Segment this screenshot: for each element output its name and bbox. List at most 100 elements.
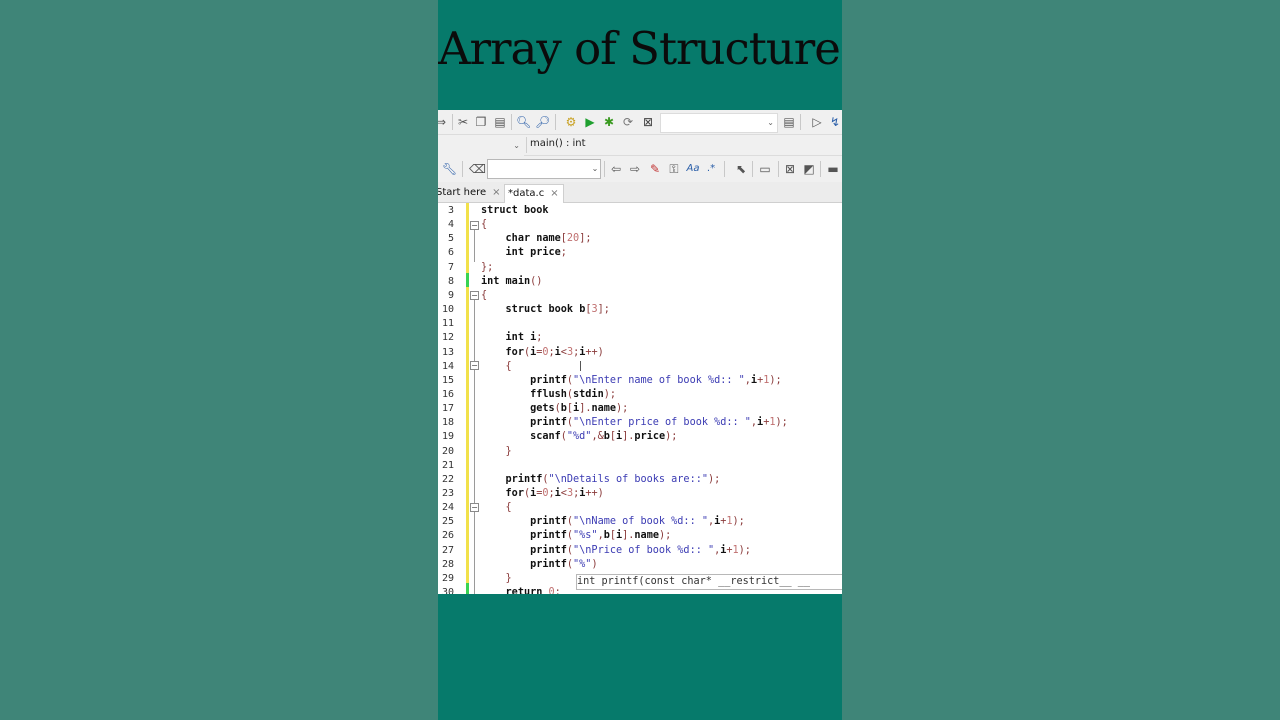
build-target-combo[interactable]: ⌄ xyxy=(660,113,778,133)
block-icon[interactable]: ▬ xyxy=(826,162,840,176)
selected-text-icon[interactable]: ⚿ xyxy=(667,162,681,176)
search-toolbar: 🔧︎ ⌫ ⌄ ⇦ ⇨ ✎ ⚿ Aa .* ⬉ ▭ ⊠ ◩ ▬ xyxy=(438,156,842,183)
toolbar-separator xyxy=(452,114,453,130)
code-line[interactable]: 23 for(i=0;i<3;i++) xyxy=(438,487,842,501)
code-editor[interactable]: − − − − 3 struct book 4{5 char name[20]; 6 … xyxy=(438,203,842,594)
tab-label: *data.c xyxy=(508,188,545,199)
debug-step-icon[interactable]: ↯ xyxy=(828,115,842,129)
tab-start-here[interactable]: Start here × xyxy=(438,184,505,202)
sheet-icon[interactable]: ⊠ xyxy=(783,162,797,176)
code-line[interactable]: 19 scanf("%d",&b[i].price); xyxy=(438,430,842,444)
code-text: { xyxy=(481,219,488,231)
line-number: 7 xyxy=(447,261,454,273)
function-scope[interactable]: main() : int xyxy=(530,138,586,149)
wrench-icon[interactable]: 🔧︎ xyxy=(442,162,457,176)
toolbar-separator xyxy=(604,161,605,177)
prev-icon[interactable]: ⇦ xyxy=(609,162,623,176)
toolbar-separator xyxy=(511,114,512,130)
code-line[interactable]: 6 int price; xyxy=(438,246,842,260)
code-line[interactable]: 18 printf("\nEnter price of book %d:: ",… xyxy=(438,416,842,430)
line-number: 14 xyxy=(441,360,454,372)
line-number: 3 xyxy=(447,205,454,216)
code-line[interactable]: 26 printf("%s",b[i].name); xyxy=(438,529,842,543)
copy-icon[interactable]: ❐ xyxy=(474,115,488,129)
close-icon[interactable]: × xyxy=(550,188,558,199)
toolbar-separator xyxy=(462,161,463,177)
code-text: struct book xyxy=(481,205,549,216)
pointer-icon[interactable]: ⬉ xyxy=(734,162,748,176)
line-number: 5 xyxy=(447,233,454,245)
line-number: 30 xyxy=(441,587,454,594)
code-line[interactable]: 20 } xyxy=(438,445,842,459)
regex-icon[interactable]: .* xyxy=(704,162,718,176)
code-line[interactable]: 25 printf("\nName of book %d:: ",i+1); xyxy=(438,515,842,529)
line-number: 24 xyxy=(441,502,454,514)
scope-combo[interactable]: ⌄ xyxy=(438,136,524,156)
code-text: int price; xyxy=(505,247,567,259)
code-text: printf("\nName of book %d:: ",i+1); xyxy=(530,516,745,528)
rectangle-icon[interactable]: ▭ xyxy=(758,162,772,176)
code-line[interactable]: 9{ xyxy=(438,289,842,303)
code-line[interactable]: 7}; xyxy=(438,261,842,275)
code-line[interactable]: 16 fflush(stdin); xyxy=(438,388,842,402)
line-number: 13 xyxy=(441,346,454,358)
line-number: 23 xyxy=(441,488,454,499)
arrow-icon[interactable]: ⇒ xyxy=(438,115,448,129)
code-text: int main() xyxy=(481,275,543,287)
code-line[interactable]: 28 printf("%") xyxy=(438,558,842,572)
code-line[interactable]: 8 int main() xyxy=(438,275,842,289)
code-line[interactable]: 27 printf("\nPrice of book %d:: ",i+1); xyxy=(438,544,842,558)
line-number: 28 xyxy=(441,558,454,570)
code-line[interactable]: 4{ xyxy=(438,218,842,232)
left-background xyxy=(0,0,438,720)
code-line[interactable]: 10 struct book b[3]; xyxy=(438,303,842,317)
code-line[interactable]: 3 struct book xyxy=(438,204,842,218)
cut-icon[interactable]: ✂ xyxy=(456,115,470,129)
find-icon[interactable]: 🔍︎ xyxy=(516,115,531,129)
build-icon[interactable]: ⚙ xyxy=(564,115,578,129)
find-tag-icon[interactable]: ⌫ xyxy=(469,162,486,176)
debug-run-icon[interactable]: ▷ xyxy=(810,115,824,129)
code-line[interactable]: 13 for(i=0;i<3;i++) xyxy=(438,346,842,360)
editor-tabs: Start here × *data.c × xyxy=(438,182,842,203)
match-case-icon[interactable]: Aa xyxy=(686,162,700,176)
code-line[interactable]: 12 int i; xyxy=(438,331,842,345)
code-text: printf("\nEnter price of book %d:: ",i+1… xyxy=(530,417,788,429)
line-number: 21 xyxy=(441,459,454,471)
highlight-icon[interactable]: ✎ xyxy=(648,162,662,176)
run-icon[interactable]: ▶ xyxy=(583,115,597,129)
rebuild-icon[interactable]: ⟳ xyxy=(621,115,635,129)
find-replace-icon[interactable]: 🔎︎ xyxy=(535,115,550,129)
paste-icon[interactable]: ▤ xyxy=(493,115,507,129)
video-frame: Array of Structures ⇒ ✂ ❐ ▤ 🔍︎ 🔎︎ ⚙ ▶ ✱ … xyxy=(438,0,842,720)
code-text: }; xyxy=(481,261,494,273)
code-text: { xyxy=(505,360,512,372)
code-text: char name[20]; xyxy=(505,233,592,245)
text-cursor xyxy=(580,361,581,371)
code-text: printf("\nEnter name of book %d:: ",i+1)… xyxy=(530,374,782,386)
next-icon[interactable]: ⇨ xyxy=(628,162,642,176)
code-line[interactable]: 24 { xyxy=(438,501,842,515)
code-line[interactable]: 11 xyxy=(438,317,842,331)
code-line[interactable]: 21 xyxy=(438,459,842,473)
select-target-icon[interactable]: ▤ xyxy=(782,115,796,129)
code-line[interactable]: 5 char name[20]; xyxy=(438,232,842,246)
ide-window: ⇒ ✂ ❐ ▤ 🔍︎ 🔎︎ ⚙ ▶ ✱ ⟳ ⊠ ⌄ ▤ ▷ ↯ ⌄ main()… xyxy=(438,110,842,594)
tab-data-c[interactable]: *data.c × xyxy=(504,184,564,203)
code-text: printf("%s",b[i].name); xyxy=(530,530,672,542)
line-number: 10 xyxy=(441,304,454,316)
code-line[interactable]: 17 gets(b[i].name); xyxy=(438,402,842,416)
code-line[interactable]: 15 printf("\nEnter name of book %d:: ",i… xyxy=(438,374,842,388)
line-number: 16 xyxy=(441,388,454,400)
search-combo[interactable] xyxy=(487,159,601,179)
main-toolbar: ⇒ ✂ ❐ ▤ 🔍︎ 🔎︎ ⚙ ▶ ✱ ⟳ ⊠ ⌄ ▤ ▷ ↯ xyxy=(438,110,842,135)
abort-icon[interactable]: ⊠ xyxy=(641,115,655,129)
code-line[interactable]: 14 { xyxy=(438,360,842,374)
close-icon[interactable]: × xyxy=(492,187,500,198)
image-icon[interactable]: ◩ xyxy=(802,162,816,176)
code-line[interactable]: 22 printf("\nDetails of books are::"); xyxy=(438,473,842,487)
code-text: struct book b[3]; xyxy=(505,304,610,316)
chevron-down-icon: ⌄ xyxy=(591,164,599,173)
line-number: 29 xyxy=(441,572,454,584)
build-run-icon[interactable]: ✱ xyxy=(602,115,616,129)
